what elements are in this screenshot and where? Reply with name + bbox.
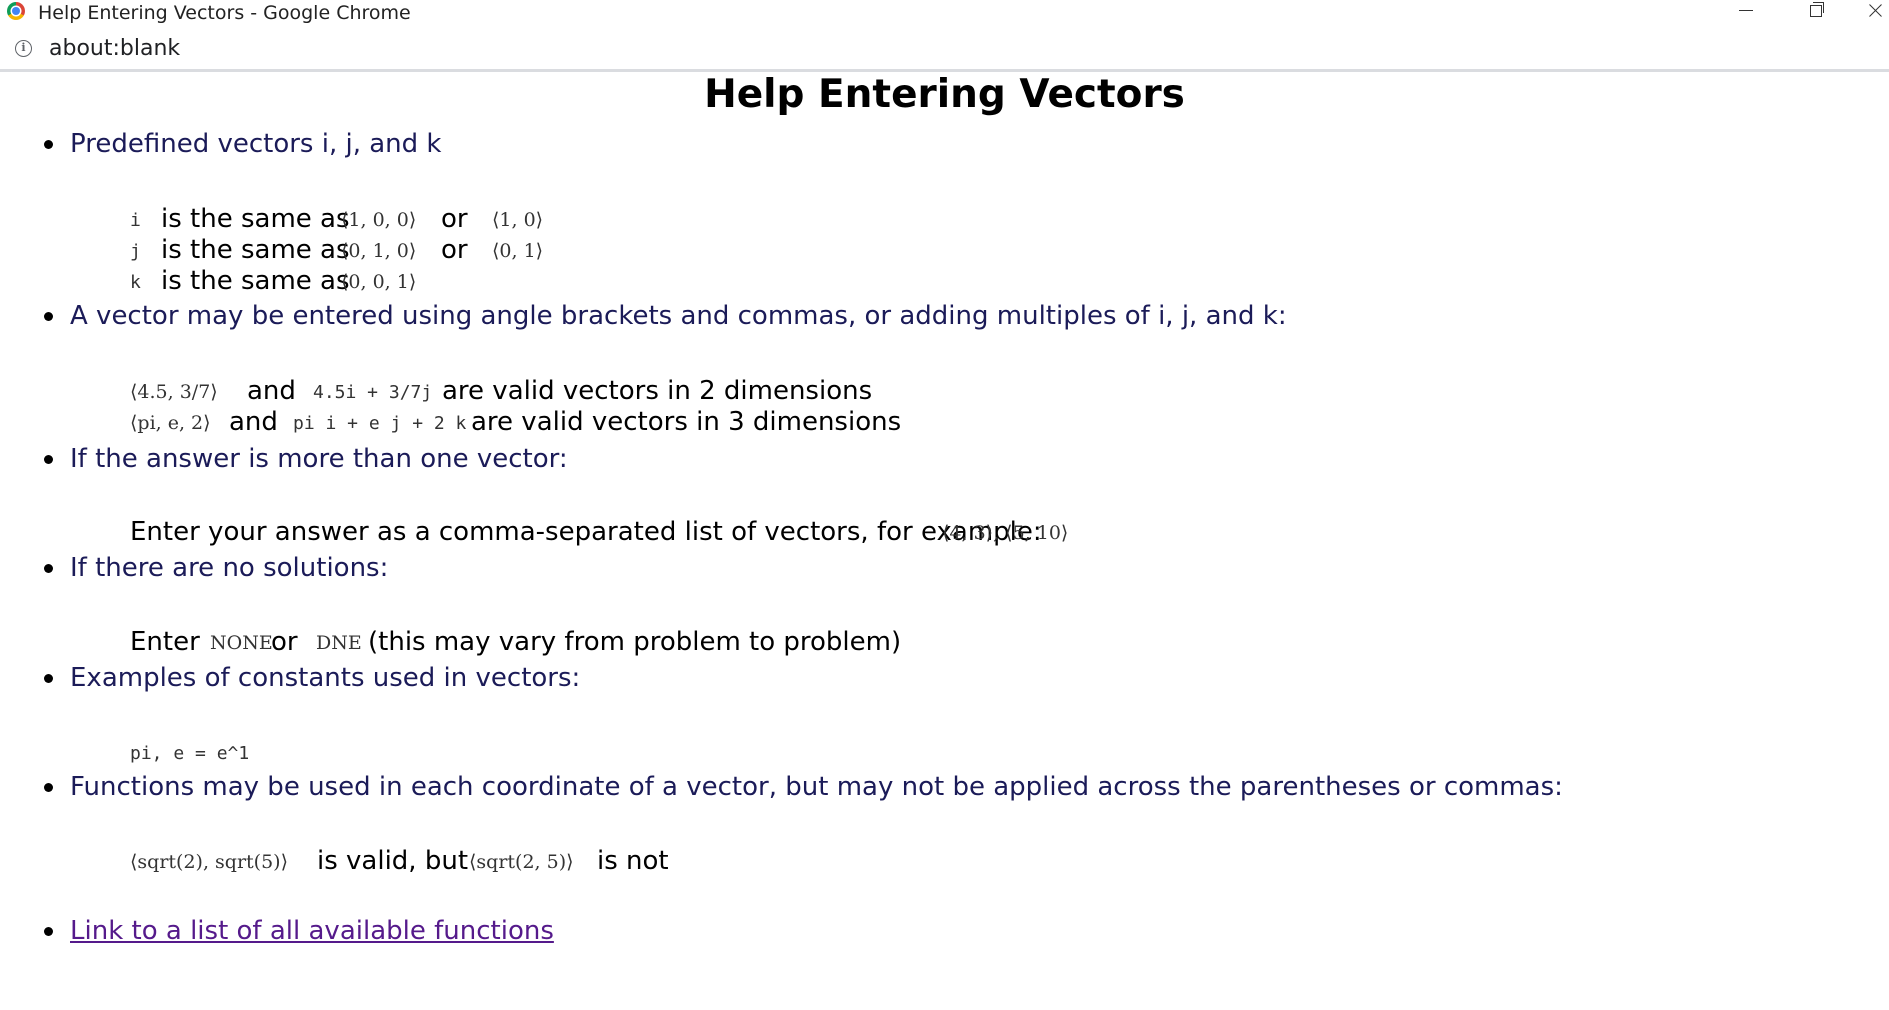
bullet-text: Examples of constants used in vectors: bbox=[70, 663, 581, 693]
bullet-dot bbox=[44, 312, 53, 321]
functions-example: ⟨sqrt(2), sqrt(5)⟩ is valid, but ⟨sqrt(2… bbox=[130, 845, 930, 877]
bullet-dot bbox=[44, 674, 53, 683]
example-ijk-form: pi i + e j + 2 k bbox=[293, 413, 467, 434]
constants-code: pi, e = e^1 bbox=[130, 743, 250, 764]
enter-text: Enter bbox=[130, 627, 200, 657]
bullet-dot bbox=[44, 564, 53, 573]
example-bracket-form: ⟨pi, e, 2⟩ bbox=[130, 412, 211, 434]
example-2d-vectors: ⟨4.5, 3/7⟩ and 4.5i + 3/7j are valid vec… bbox=[130, 375, 1030, 407]
valid-function-example: ⟨sqrt(2), sqrt(5)⟩ bbox=[130, 851, 288, 873]
page-content: Help Entering Vectors Predefined vectors… bbox=[0, 72, 1889, 1010]
vector-form-2d: ⟨1, 0⟩ bbox=[492, 209, 544, 231]
example-description: are valid vectors in 3 dimensions bbox=[471, 407, 902, 437]
same-as-text: is the same as bbox=[161, 235, 350, 265]
example-3d-vectors: ⟨pi, e, 2⟩ and pi i + e j + 2 k are vali… bbox=[130, 406, 1030, 438]
bullet-dot bbox=[44, 927, 53, 936]
or-text: or bbox=[441, 235, 468, 265]
url-text[interactable]: about:blank bbox=[49, 36, 180, 61]
vector-form-3d: ⟨0, 1, 0⟩ bbox=[341, 240, 417, 262]
vector-name: i bbox=[130, 210, 141, 231]
bullet-dot bbox=[44, 140, 53, 149]
bullet-text: Functions may be used in each coordinate… bbox=[70, 772, 1563, 802]
page-title: Help Entering Vectors bbox=[704, 72, 1185, 117]
vector-row-k: k is the same as ⟨0, 0, 1⟩ bbox=[130, 265, 630, 297]
example-bracket-form: ⟨4.5, 3/7⟩ bbox=[130, 381, 218, 403]
constants-example: pi, e = e^1 bbox=[130, 736, 530, 768]
note-text: (this may vary from problem to problem) bbox=[368, 627, 902, 657]
and-text: and bbox=[229, 407, 278, 437]
vector-form-3d: ⟨0, 0, 1⟩ bbox=[341, 271, 417, 293]
window-title: Help Entering Vectors - Google Chrome bbox=[38, 2, 411, 24]
vector-name: j bbox=[130, 241, 141, 262]
same-as-text: is the same as bbox=[161, 266, 350, 296]
instruction-text: Enter your answer as a comma-separated l… bbox=[130, 517, 1042, 547]
or-text: or bbox=[441, 204, 468, 234]
vector-form-3d: ⟨1, 0, 0⟩ bbox=[341, 209, 417, 231]
and-text: and bbox=[247, 376, 296, 406]
minimize-button[interactable] bbox=[1726, 0, 1766, 22]
vector-row-j: j is the same as ⟨0, 1, 0⟩ or ⟨0, 1⟩ bbox=[130, 234, 630, 266]
close-button[interactable] bbox=[1855, 0, 1889, 22]
or-text: or bbox=[271, 627, 298, 657]
same-as-text: is the same as bbox=[161, 204, 350, 234]
vector-form-2d: ⟨0, 1⟩ bbox=[492, 240, 544, 262]
bullet-dot bbox=[44, 455, 53, 464]
vector-row-i: i is the same as ⟨1, 0, 0⟩ or ⟨1, 0⟩ bbox=[130, 203, 630, 235]
list-example: ⟨4, 3⟩, ⟨5, 10⟩ bbox=[942, 522, 1069, 544]
multiple-vectors-instruction: Enter your answer as a comma-separated l… bbox=[130, 516, 1130, 548]
none-keyword: NONE bbox=[210, 632, 273, 654]
bullet-text: If there are no solutions: bbox=[70, 553, 389, 583]
bullet-text: A vector may be entered using angle brac… bbox=[70, 301, 1287, 331]
no-solutions-instruction: Enter NONE or DNE (this may vary from pr… bbox=[130, 626, 1030, 658]
vector-name: k bbox=[130, 272, 141, 293]
bullet-dot bbox=[44, 783, 53, 792]
title-bar: Help Entering Vectors - Google Chrome bbox=[0, 0, 1889, 26]
bullet-text: Predefined vectors i, j, and k bbox=[70, 129, 442, 159]
example-description: are valid vectors in 2 dimensions bbox=[442, 376, 873, 406]
valid-text: is valid, but bbox=[317, 846, 469, 876]
dne-keyword: DNE bbox=[316, 632, 362, 654]
functions-list-link[interactable]: Link to a list of all available function… bbox=[70, 913, 554, 949]
example-ijk-form: 4.5i + 3/7j bbox=[313, 382, 433, 403]
chrome-logo-icon bbox=[7, 2, 25, 20]
restore-button[interactable] bbox=[1795, 0, 1835, 22]
address-bar[interactable]: i about:blank bbox=[0, 27, 1889, 72]
bullet-text: If the answer is more than one vector: bbox=[70, 444, 568, 474]
info-icon[interactable]: i bbox=[15, 40, 32, 57]
invalid-function-example: ⟨sqrt(2, 5)⟩ bbox=[469, 851, 574, 873]
invalid-text: is not bbox=[597, 846, 669, 876]
